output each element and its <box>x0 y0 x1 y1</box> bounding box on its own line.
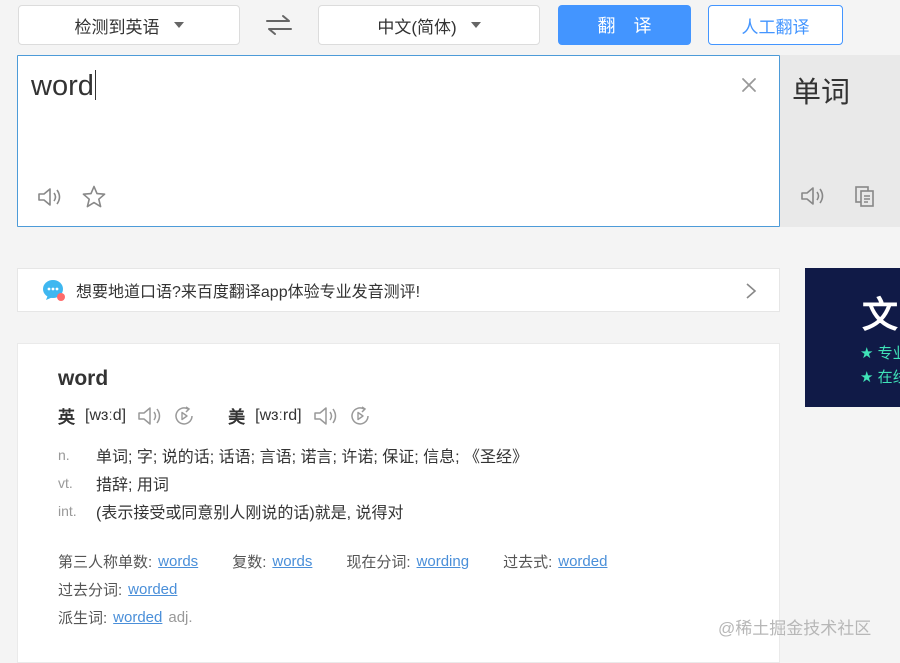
past-tense-label: 过去式: <box>503 554 553 571</box>
meaning-text: (表示接受或同意别人刚说的话)就是, 说得对 <box>96 505 404 522</box>
app-promo-banner[interactable]: 想要地道口语?来百度翻译app体验专业发音测评! <box>17 268 780 312</box>
copy-icon <box>855 186 874 207</box>
phonetics-row: 英 [wɜːd] 美 [wɜːrd] <box>58 403 372 428</box>
chevron-down-icon <box>173 22 184 28</box>
word-forms-row: 过去分词: worded <box>58 579 211 600</box>
promo-text: 想要地道口语?来百度翻译app体验专业发音测评! <box>76 284 421 301</box>
translate-button-label: 翻译 <box>597 16 670 36</box>
chevron-right-icon <box>746 283 757 299</box>
part-of-speech: vt. <box>58 475 73 491</box>
present-participle-label: 现在分词: <box>346 554 411 571</box>
derived-words-row: 派生词: worded adj. <box>58 607 193 628</box>
past-participle-label: 过去分词: <box>58 582 123 599</box>
watermark: @稀土掘金技术社区 <box>718 619 872 638</box>
source-text-value: word <box>31 70 94 102</box>
part-of-speech: int. <box>58 503 77 519</box>
uk-replay-icon[interactable] <box>172 404 196 428</box>
meaning-row: int. (表示接受或同意别人刚说的话)就是, 说得对 <box>58 499 404 523</box>
uk-speaker-icon[interactable] <box>136 404 164 428</box>
third-person-link[interactable]: words <box>158 553 198 570</box>
ad-headline: 文 <box>862 294 899 335</box>
target-language-label: 中文(简体) <box>377 17 457 37</box>
advertisement-banner[interactable]: 文 ★ 专业 ★ 在线 <box>805 268 900 407</box>
part-of-speech: n. <box>58 447 70 463</box>
translate-button[interactable]: 翻译 <box>558 5 691 45</box>
speaker-icon <box>38 188 61 206</box>
ad-line-2: ★ 在线 <box>860 369 900 386</box>
derived-link[interactable]: worded <box>113 609 162 626</box>
human-translation-button[interactable]: 人工翻译 <box>708 5 843 45</box>
source-text-input[interactable]: word <box>31 70 96 103</box>
swap-arrows-icon <box>266 15 292 35</box>
human-translation-label: 人工翻译 <box>741 17 810 37</box>
us-replay-icon[interactable] <box>348 404 372 428</box>
plural-link[interactable]: words <box>272 553 312 570</box>
chat-bubble-icon <box>43 280 65 301</box>
us-label: 美 <box>228 408 246 427</box>
copy-button[interactable] <box>850 181 880 211</box>
translation-output-text: 单词 <box>792 77 851 109</box>
present-participle-link[interactable]: wording <box>417 553 470 570</box>
headword: word <box>58 367 109 390</box>
source-text-box[interactable]: word <box>17 55 780 227</box>
target-language-select[interactable]: 中文(简体) <box>318 5 540 45</box>
meaning-row: vt. 措辞; 用词 <box>58 471 169 495</box>
derived-pos: adj. <box>168 609 193 626</box>
us-phonetic: [wɜːrd] <box>255 406 302 424</box>
uk-phonetic: [wɜːd] <box>85 406 127 424</box>
third-person-label: 第三人称单数: <box>58 554 153 571</box>
favorite-button[interactable] <box>79 182 109 212</box>
us-speaker-icon[interactable] <box>312 404 340 428</box>
swap-languages-button[interactable] <box>258 5 300 45</box>
meaning-row: n. 单词; 字; 说的话; 话语; 言语; 诺言; 许诺; 保证; 信息; 《… <box>58 443 528 467</box>
word-forms-row: 第三人称单数: words 复数: words 现在分词: wording 过去… <box>58 551 607 572</box>
derived-label: 派生词: <box>58 610 108 627</box>
past-tense-link[interactable]: worded <box>558 553 607 570</box>
uk-label: 英 <box>58 408 75 427</box>
chevron-down-icon <box>470 22 481 28</box>
clear-input-button[interactable] <box>734 70 764 100</box>
star-icon <box>82 185 106 208</box>
speaker-icon <box>801 187 824 205</box>
meaning-text: 措辞; 用词 <box>96 477 169 494</box>
source-speak-button[interactable] <box>35 182 65 212</box>
text-cursor <box>94 70 96 100</box>
dictionary-card: word 英 [wɜːd] 美 [wɜːrd] n. 单词; 字; 说的话; 话… <box>17 343 780 663</box>
past-participle-link[interactable]: worded <box>128 581 177 598</box>
source-language-label: 检测到英语 <box>74 17 160 37</box>
ad-line-1: ★ 专业 <box>860 345 900 362</box>
source-language-select[interactable]: 检测到英语 <box>18 5 240 45</box>
output-speak-button[interactable] <box>798 181 828 211</box>
translation-output-box: 单词 <box>780 55 900 227</box>
plural-label: 复数: <box>232 554 267 571</box>
close-icon <box>742 78 756 92</box>
meaning-text: 单词; 字; 说的话; 话语; 言语; 诺言; 许诺; 保证; 信息; 《圣经》 <box>96 449 529 466</box>
